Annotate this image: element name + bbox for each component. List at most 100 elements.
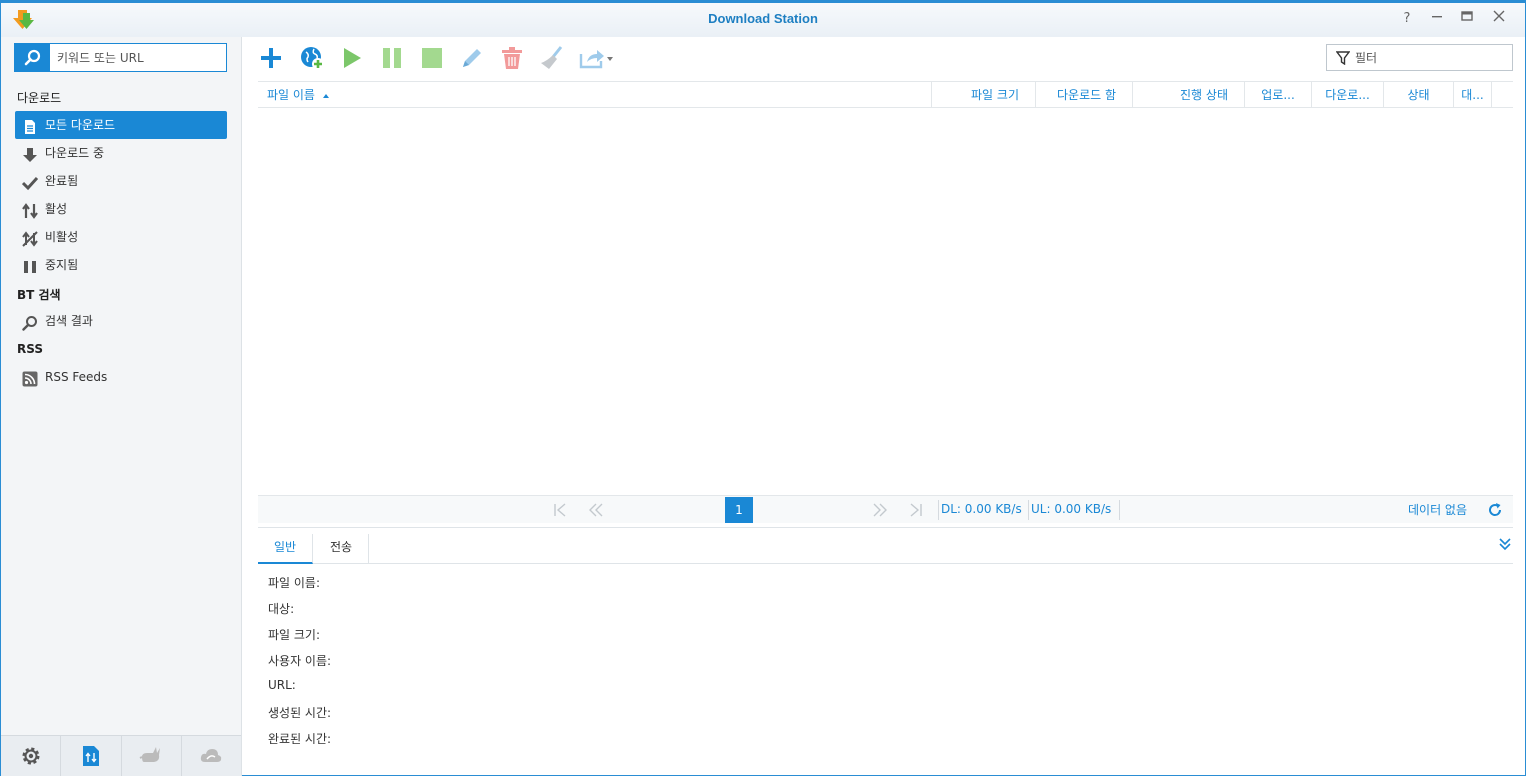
column-file-name[interactable]: 파일 이름 xyxy=(258,82,932,108)
section-download: 다운로드 xyxy=(17,91,62,105)
stop-icon xyxy=(422,48,442,68)
add-url-icon xyxy=(301,47,324,70)
checkmark-icon xyxy=(21,173,39,191)
transfer-file-icon xyxy=(82,746,99,766)
field-destination: 대상: xyxy=(268,602,295,616)
separator xyxy=(1119,500,1120,520)
search-icon xyxy=(22,313,38,331)
column-status[interactable]: 상태 xyxy=(1384,82,1454,108)
nav-downloading[interactable]: 다운로드 중 xyxy=(15,139,227,167)
collapse-icon[interactable] xyxy=(1497,536,1513,552)
inactive-icon xyxy=(22,229,38,247)
prev-page-icon[interactable] xyxy=(588,502,604,518)
add-url-button[interactable] xyxy=(299,45,325,71)
nav-rss-feeds[interactable]: RSS Feeds xyxy=(15,363,227,391)
clear-completed-button[interactable] xyxy=(539,45,565,71)
nav-paused[interactable]: 중지됨 xyxy=(15,251,227,279)
document-icon xyxy=(22,117,38,134)
nav-label: 검색 결과 xyxy=(45,314,93,328)
pause-icon xyxy=(22,257,38,273)
nav-label: 다운로드 중 xyxy=(45,146,105,160)
help-icon[interactable]: ? xyxy=(1397,9,1417,29)
add-icon xyxy=(261,48,281,68)
broom-icon xyxy=(541,46,563,69)
sort-asc-icon xyxy=(322,94,329,98)
settings-button[interactable] xyxy=(1,736,62,776)
detail-panel: 일반 전송 파일 이름: 대상: 파일 크기: 사용자 이름: URL: 생성된… xyxy=(258,527,1513,775)
nav-label: RSS Feeds xyxy=(45,370,108,384)
window-title: Download Station xyxy=(708,11,818,26)
separator xyxy=(938,500,939,520)
edit-icon xyxy=(463,49,481,67)
share-icon xyxy=(579,50,613,69)
nav-active[interactable]: 활성 xyxy=(15,195,227,223)
search-icon xyxy=(24,49,41,66)
transfer-button[interactable] xyxy=(61,736,122,776)
column-progress[interactable]: 진행 상태 xyxy=(1133,82,1245,108)
tab-general[interactable]: 일반 xyxy=(258,534,314,564)
grid-header: 파일 이름 파일 크기 다운로드 함 진행 상태 업로... 다운로... 상태… xyxy=(258,81,1513,108)
maximize-icon[interactable] xyxy=(1457,9,1477,29)
nav-inactive[interactable]: 비활성 xyxy=(15,223,227,251)
first-page-icon[interactable] xyxy=(552,502,568,518)
cloud-icon xyxy=(201,749,222,762)
toolbar xyxy=(242,37,1525,81)
nav-search-results[interactable]: 검색 결과 xyxy=(15,307,227,335)
field-username: 사용자 이름: xyxy=(268,654,332,668)
minimize-icon[interactable] xyxy=(1427,9,1447,29)
column-label: 파일 이름 xyxy=(267,88,315,102)
column-upload[interactable]: 업로... xyxy=(1245,82,1312,108)
donkey-icon xyxy=(139,747,161,762)
section-bt-search: BT 검색 xyxy=(17,288,61,302)
pause-icon xyxy=(383,48,401,68)
field-url: URL: xyxy=(268,678,296,692)
tab-transfer[interactable]: 전송 xyxy=(314,534,370,564)
column-more[interactable]: 대... xyxy=(1454,82,1492,108)
next-page-icon[interactable] xyxy=(872,502,888,518)
upload-speed: UL: 0.00 KB/s xyxy=(1031,502,1112,516)
nav-label: 완료됨 xyxy=(45,174,79,188)
arrow-down-icon xyxy=(22,145,38,162)
nav-all-downloads[interactable]: 모든 다운로드 xyxy=(15,111,227,139)
search-button[interactable] xyxy=(15,44,50,71)
close-icon[interactable] xyxy=(1489,9,1509,29)
delete-button[interactable] xyxy=(499,45,525,71)
refresh-icon[interactable] xyxy=(1487,502,1503,518)
cloud-button[interactable] xyxy=(182,736,241,776)
nav-completed[interactable]: 완료됨 xyxy=(15,167,227,195)
nav-label: 모든 다운로드 xyxy=(45,118,116,132)
pager-bar: 1 DL: 0.00 KB/s UL: 0.00 KB/s 데이터 없음 xyxy=(258,495,1513,523)
updown-arrows-icon xyxy=(22,201,38,219)
main-panel: 파일 이름 파일 크기 다운로드 함 진행 상태 업로... 다운로... 상태… xyxy=(242,37,1525,775)
current-page[interactable]: 1 xyxy=(725,497,753,523)
play-icon xyxy=(344,48,361,68)
stop-button[interactable] xyxy=(419,45,445,71)
add-button[interactable] xyxy=(258,45,284,71)
field-completed-time: 완료된 시간: xyxy=(268,732,332,746)
edit-button[interactable] xyxy=(459,45,485,71)
separator xyxy=(1028,500,1029,520)
nav-label: 비활성 xyxy=(45,230,79,244)
last-page-icon[interactable] xyxy=(908,502,924,518)
search-input[interactable] xyxy=(51,44,226,71)
nav-label: 활성 xyxy=(45,202,68,216)
title-bar: Download Station ? xyxy=(1,3,1525,37)
share-button[interactable] xyxy=(579,45,615,71)
download-speed: DL: 0.00 KB/s xyxy=(941,502,1022,516)
field-created-time: 생성된 시간: xyxy=(268,706,332,720)
gear-icon xyxy=(22,747,40,765)
download-station-window: Download Station ? 다운로드 모든 xyxy=(0,0,1526,776)
nav-label: 중지됨 xyxy=(45,258,79,272)
field-file-name: 파일 이름: xyxy=(268,576,321,590)
start-button[interactable] xyxy=(339,45,365,71)
emule-button[interactable] xyxy=(122,736,182,776)
column-downloaded[interactable]: 다운로드 함 xyxy=(1036,82,1133,108)
field-file-size: 파일 크기: xyxy=(268,628,321,642)
pause-button[interactable] xyxy=(379,45,405,71)
rss-icon xyxy=(22,369,38,387)
search-box xyxy=(14,43,227,72)
detail-tabs: 일반 전송 xyxy=(258,528,1513,564)
filter-input[interactable] xyxy=(1355,45,1510,70)
column-download-speed[interactable]: 다운로... xyxy=(1312,82,1384,108)
column-file-size[interactable]: 파일 크기 xyxy=(932,82,1036,108)
